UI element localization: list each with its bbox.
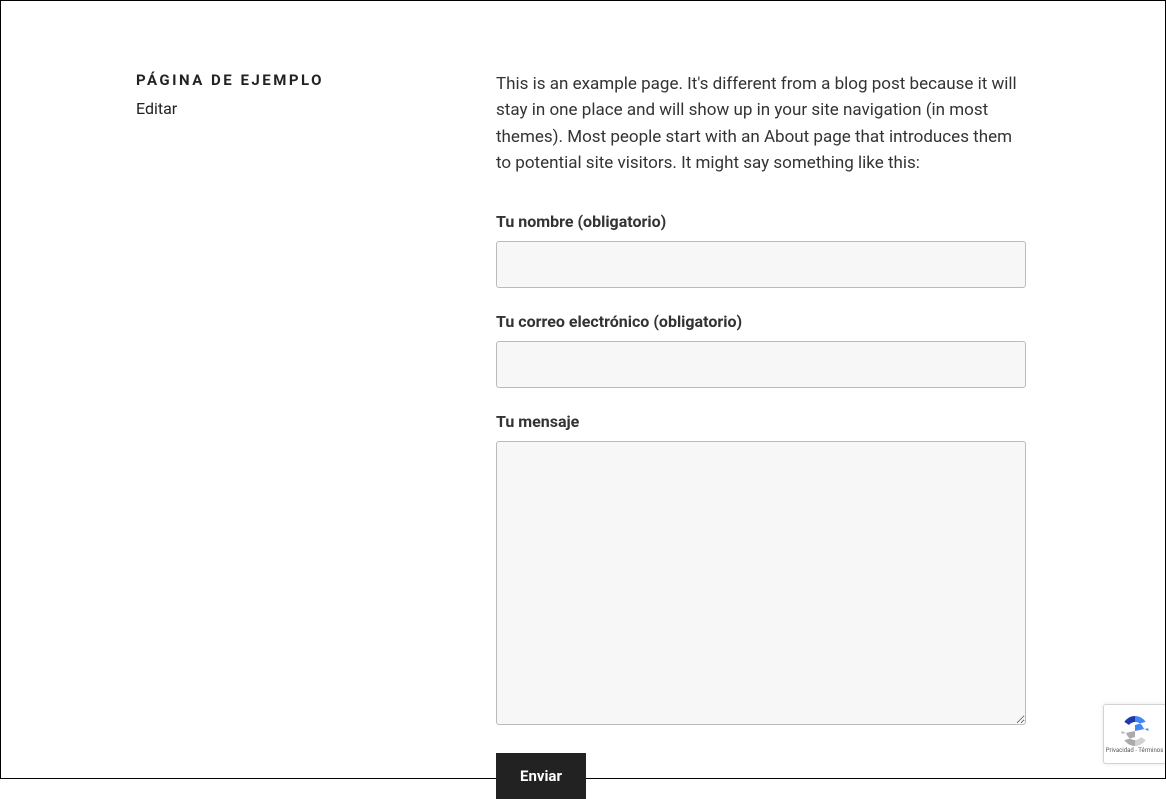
main-content: This is an example page. It's different … — [496, 71, 1026, 799]
page-title: PÁGINA DE EJEMPLO — [136, 71, 496, 89]
edit-link[interactable]: Editar — [136, 99, 177, 118]
recaptcha-badge[interactable]: Privacidad - Términos — [1103, 704, 1165, 764]
email-label: Tu correo electrónico (obligatorio) — [496, 312, 1026, 331]
email-input[interactable] — [496, 341, 1026, 388]
recaptcha-links[interactable]: Privacidad - Términos — [1106, 748, 1164, 754]
name-input[interactable] — [496, 241, 1026, 288]
intro-paragraph: This is an example page. It's different … — [496, 71, 1026, 176]
message-label: Tu mensaje — [496, 412, 1026, 431]
name-label: Tu nombre (obligatorio) — [496, 212, 1026, 231]
submit-button[interactable]: Enviar — [496, 753, 586, 799]
sidebar: PÁGINA DE EJEMPLO Editar — [136, 71, 496, 799]
contact-form: Tu nombre (obligatorio) Tu correo electr… — [496, 212, 1026, 799]
recaptcha-icon — [1120, 716, 1150, 746]
message-textarea[interactable] — [496, 441, 1026, 725]
